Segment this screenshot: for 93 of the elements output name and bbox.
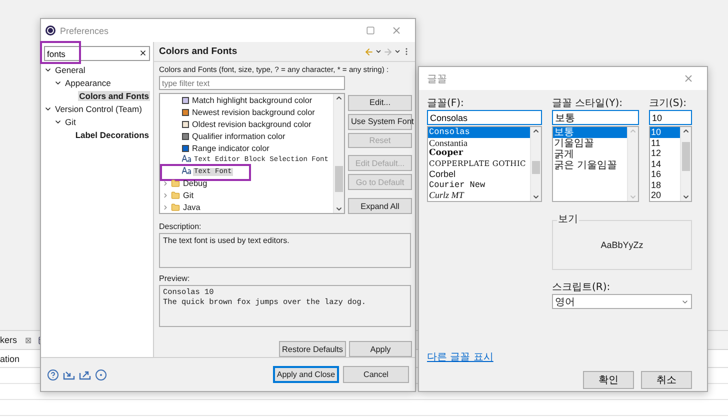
font-icon (182, 167, 191, 176)
record-icon[interactable] (95, 368, 107, 380)
folder-icon (171, 202, 180, 212)
scroll-down-icon[interactable] (532, 193, 540, 201)
scroll-down-icon[interactable] (682, 193, 690, 201)
close-icon[interactable] (390, 25, 402, 36)
script-select[interactable]: 영어 (552, 294, 692, 309)
style-option[interactable]: 보통 (553, 127, 627, 138)
scroll-thumb[interactable] (335, 166, 343, 192)
dialog-button[interactable]: Apply and Close (273, 366, 339, 383)
font-option[interactable]: Cooper (428, 148, 530, 158)
close-icon[interactable] (682, 73, 694, 84)
size-option[interactable]: 18 (650, 180, 680, 190)
size-option[interactable]: 14 (650, 158, 680, 169)
action-button[interactable]: Use System Font (348, 114, 412, 130)
tree-item[interactable]: Oldest revision background color (191, 120, 312, 129)
dialog-button[interactable]: Cancel (343, 366, 409, 383)
style-field[interactable]: 보통 (552, 110, 639, 125)
search-field[interactable]: fonts (44, 46, 150, 61)
filter-field[interactable]: type filter text (159, 76, 345, 90)
size-field[interactable]: 10 (649, 110, 692, 125)
tree-item[interactable]: Range indicator color (191, 144, 270, 153)
folder-icon (171, 190, 180, 200)
size-option[interactable]: 12 (650, 148, 680, 158)
tree-item[interactable]: Git (182, 190, 194, 200)
font-option[interactable]: Courier New (428, 180, 530, 190)
size-label: 크기(S): (649, 97, 688, 110)
style-label: 글꼴 스타일(Y): (552, 97, 624, 110)
scroll-down-icon[interactable] (335, 205, 343, 213)
preview-label: Preview: (159, 274, 191, 283)
clear-icon[interactable] (139, 49, 147, 57)
description-text: The text font is used by text editors. (163, 236, 290, 245)
caret-icon[interactable] (394, 48, 401, 55)
folder-icon (171, 178, 180, 188)
window-title: 글꼴 (427, 72, 448, 86)
tree-item[interactable]: Qualifier information color (191, 132, 286, 141)
collapse-icon[interactable] (44, 105, 52, 113)
size-option[interactable]: 20 (650, 190, 680, 200)
size-option[interactable]: 10 (650, 127, 680, 138)
scroll-thumb[interactable] (532, 161, 540, 174)
tree-item[interactable]: General (54, 65, 86, 75)
scroll-up-icon[interactable] (682, 127, 690, 135)
window-title: Preferences (60, 26, 110, 36)
scroll-thumb[interactable] (682, 142, 690, 171)
sample-text: AaBbYyZz (600, 240, 644, 250)
page-title: Colors and Fonts (159, 46, 238, 57)
page-button[interactable]: Restore Defaults (279, 341, 346, 357)
tree-item[interactable]: Debug (182, 178, 208, 188)
font-option[interactable]: Corbel (428, 169, 530, 180)
sample-label: 보기 (557, 214, 579, 226)
font-option[interactable]: Curlz MT (428, 190, 530, 200)
tree-item[interactable]: Match highlight background color (191, 96, 314, 106)
style-option[interactable]: 굵은 기울임꼴 (553, 160, 627, 171)
tab-close[interactable]: ⊠ (25, 336, 32, 344)
action-button[interactable]: Expand All (348, 198, 412, 214)
tree-item[interactable]: Newest revision background color (191, 108, 316, 118)
font-icon (182, 155, 191, 164)
scrollbar[interactable] (530, 127, 541, 201)
font-option[interactable]: Consolas (428, 127, 530, 138)
tree-item[interactable]: Appearance (64, 78, 112, 88)
app-icon (45, 25, 56, 36)
scrollbar[interactable] (680, 127, 691, 201)
export-icon[interactable] (79, 370, 91, 380)
collapse-icon[interactable] (54, 118, 62, 126)
size-option[interactable]: 11 (650, 138, 680, 148)
action-button[interactable]: Edit... (348, 95, 412, 111)
scroll-up-icon[interactable] (335, 94, 343, 102)
page-button[interactable]: Apply (349, 341, 412, 357)
help-icon[interactable] (47, 368, 59, 380)
tree-item[interactable]: Colors and Fonts (78, 91, 150, 101)
caret-icon[interactable] (375, 48, 382, 55)
style-option[interactable]: 기울임꼴 (553, 138, 627, 149)
tree-item[interactable]: Java (182, 202, 202, 212)
font-option[interactable]: Constantia (428, 138, 530, 148)
collapse-icon[interactable] (54, 79, 62, 87)
collapse-icon[interactable] (44, 66, 52, 74)
tree-item[interactable]: Label Decorations (74, 130, 150, 140)
scrollbar[interactable] (333, 94, 344, 213)
description-label: Description: (159, 222, 202, 231)
tree-item[interactable]: Git (64, 117, 77, 127)
maximize-icon[interactable] (366, 26, 374, 35)
view-tab[interactable]: kers (0, 335, 20, 345)
tree-item[interactable]: Version Control (Team) (54, 104, 143, 114)
import-icon[interactable] (63, 370, 75, 380)
dialog-button[interactable]: 확인 (583, 371, 634, 389)
style-option[interactable]: 굵게 (553, 149, 627, 160)
more-fonts-link[interactable]: 다른 글꼴 표시 (427, 350, 494, 364)
size-option[interactable]: 16 (650, 169, 680, 180)
script-label: 스크립트(R): (552, 281, 612, 294)
font-label: 글꼴(F): (427, 97, 465, 110)
dialog-button[interactable]: 취소 (641, 371, 692, 389)
font-field[interactable]: Consolas (427, 110, 542, 125)
scroll-up-icon[interactable] (532, 127, 540, 135)
